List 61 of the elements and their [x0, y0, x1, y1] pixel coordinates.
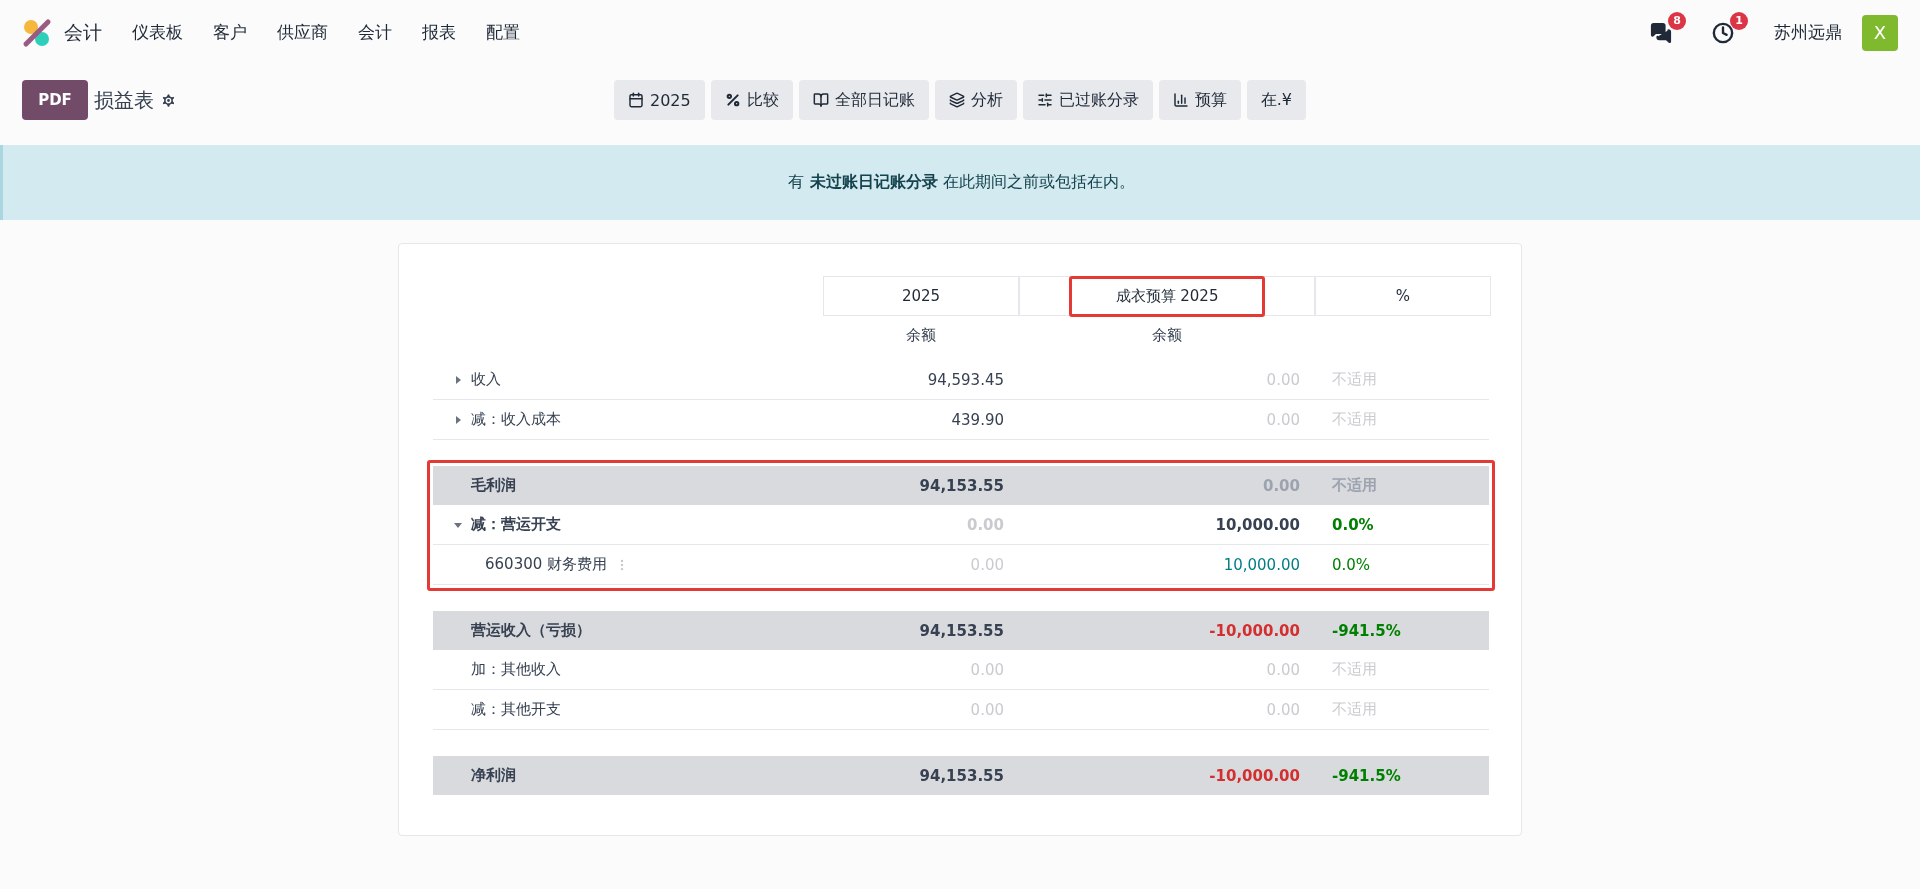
column-subheader: 余额: [1152, 325, 1182, 345]
amount-cell-text: -10,000.00: [1209, 766, 1301, 785]
filter-button[interactable]: 比较: [710, 80, 793, 120]
menu-item[interactable]: 仪表板: [132, 21, 183, 44]
bar-chart-icon: [1172, 92, 1189, 108]
filter-button[interactable]: 2025: [614, 80, 705, 120]
amount-cell-text: 94,153.55: [919, 766, 1005, 785]
company-name[interactable]: 苏州远鼎: [1774, 21, 1842, 44]
caret-icon[interactable]: [453, 414, 463, 425]
row-label: 减：营运开支: [471, 515, 561, 534]
amount-cell-text: -941.5%: [1331, 766, 1401, 785]
row-label: 660300 财务费用: [485, 555, 608, 574]
book-icon: [812, 92, 829, 108]
amount-cell-text: 94,153.55: [919, 621, 1005, 640]
app-name[interactable]: 会计: [64, 19, 102, 46]
column-header: 成衣预算 2025: [1068, 275, 1266, 317]
chat-icon[interactable]: [1650, 21, 1672, 44]
app-logo-icon[interactable]: [22, 17, 52, 48]
filter-button[interactable]: 在.¥: [1246, 80, 1306, 120]
pdf-button[interactable]: PDF: [22, 80, 88, 120]
menu-item[interactable]: 供应商: [277, 21, 328, 44]
count-badge: 8: [1668, 11, 1686, 30]
column-header: 2025: [900, 286, 942, 307]
amount-cell-text: 0.0%: [1331, 515, 1374, 534]
filter-button[interactable]: 分析: [934, 80, 1017, 120]
caret-icon[interactable]: [453, 374, 463, 385]
amount-cell-text: 0.00: [1263, 476, 1301, 495]
row-label: 加：其他收入: [471, 660, 561, 679]
settings-icon[interactable]: [160, 91, 177, 109]
column-header: %: [1394, 286, 1412, 307]
menu-item[interactable]: 报表: [422, 21, 456, 44]
amount-cell-text: 0.0%: [1331, 555, 1371, 574]
amount-cell-text: 94,593.45: [927, 370, 1005, 389]
calendar-icon: [628, 92, 644, 108]
filter-button[interactable]: 已过账分录: [1022, 80, 1153, 120]
amount-cell-text: -10,000.00: [1209, 621, 1301, 640]
amount-link[interactable]: 10,000.00: [1223, 555, 1315, 574]
amount-cell-text: 不适用: [1331, 476, 1377, 495]
row-label: 毛利润: [471, 476, 516, 495]
amount-cell-text: 94,153.55: [919, 476, 1005, 495]
percent-icon: [724, 92, 741, 108]
filter-button[interactable]: 全部日记账: [798, 80, 929, 120]
alert-message: 有 未过账日记账分录 在此期间之前或包括在内。: [788, 172, 1135, 193]
row-label: 减：收入成本: [471, 410, 561, 429]
row-label: 减：其他开支: [471, 700, 561, 719]
layers-icon: [948, 92, 965, 108]
report-title: 损益表: [94, 86, 154, 114]
count-badge: 1: [1730, 11, 1748, 30]
amount-cell-text: 439.90: [951, 410, 1005, 429]
filter-button[interactable]: 预算: [1158, 80, 1241, 120]
menu-item[interactable]: 客户: [213, 21, 247, 44]
menu-item[interactable]: 配置: [486, 21, 520, 44]
amount-cell-text: 10,000.00: [1215, 515, 1301, 534]
clock-icon[interactable]: [1712, 21, 1734, 44]
sliders-icon: [1036, 92, 1053, 108]
row-label: 净利润: [471, 766, 516, 785]
amount-cell-text: -941.5%: [1331, 621, 1401, 640]
row-label: 收入: [471, 370, 501, 389]
menu-item[interactable]: 会计: [358, 21, 392, 44]
column-subheader: 余额: [906, 325, 936, 345]
row-label: 营运收入（亏损）: [471, 621, 591, 640]
